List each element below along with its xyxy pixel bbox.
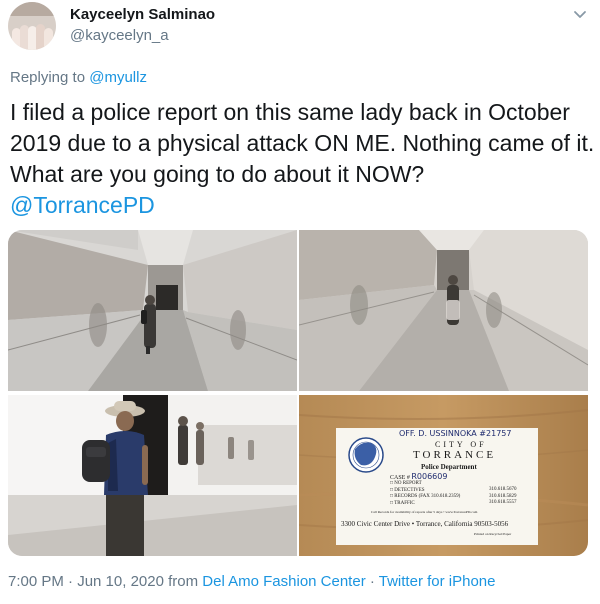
user-name[interactable]: Kayceelyn Salminao <box>70 6 215 23</box>
card-city: TORRANCE <box>413 449 497 461</box>
media-grid: OFF. D. USSINNOKA #21757 CITY OF TORRANC… <box>8 230 588 556</box>
photo-person-closeup[interactable] <box>8 395 297 556</box>
client-link[interactable]: Twitter for iPhone <box>379 573 496 590</box>
mention-link[interactable]: @TorrancePD <box>10 192 155 218</box>
card-case-number: R006609 <box>411 472 448 481</box>
card-officer: OFF. D. USSINNOKA #21757 <box>399 429 512 438</box>
card-city-of: CITY OF <box>435 440 487 449</box>
photo-police-card[interactable]: OFF. D. USSINNOKA #21757 CITY OF TORRANC… <box>299 395 588 556</box>
replying-to: Replying to @myullz <box>10 69 147 86</box>
photo-hallway-2[interactable] <box>299 230 588 391</box>
tweet-header: Kayceelyn Salminao @kayceelyn_a <box>8 0 592 58</box>
meta-separator: · <box>365 573 379 590</box>
card-phones: 310.618.5670 310.618.5829 310.618.5557 <box>489 487 517 507</box>
card-phone: 310.618.5670 <box>489 487 517 492</box>
card-phone: 310.618.5557 <box>489 500 517 505</box>
photo-hallway-1[interactable] <box>8 230 297 391</box>
card-printed: Printed on Recycled Paper <box>474 532 512 536</box>
user-handle[interactable]: @kayceelyn_a <box>70 27 169 44</box>
replying-prefix: Replying to <box>10 69 90 86</box>
tweet-body: I filed a police report on this same lad… <box>10 99 595 187</box>
card-department: Police Department <box>421 463 477 471</box>
replying-to-link[interactable]: @myullz <box>89 69 147 86</box>
tweet-text: I filed a police report on this same lad… <box>10 97 595 221</box>
card-address: 3300 Civic Center Drive • Torrance, Cali… <box>341 520 509 528</box>
tweet-timestamp[interactable]: 7:00 PM · Jun 10, 2020 from <box>8 573 202 590</box>
card-option: □ TRAFFIC <box>390 500 415 506</box>
chevron-down-icon[interactable] <box>572 6 588 22</box>
avatar[interactable] <box>8 2 56 50</box>
card-case: CASE # R006609 <box>390 472 447 481</box>
card-options: □ NO REPORT □ DETECTIVES □ RECORDS (FAX … <box>390 481 460 507</box>
tweet-meta: 7:00 PM · Jun 10, 2020 from Del Amo Fash… <box>8 573 495 590</box>
card-note: Call Records for availability of reports… <box>371 510 478 514</box>
place-link[interactable]: Del Amo Fashion Center <box>202 573 365 590</box>
